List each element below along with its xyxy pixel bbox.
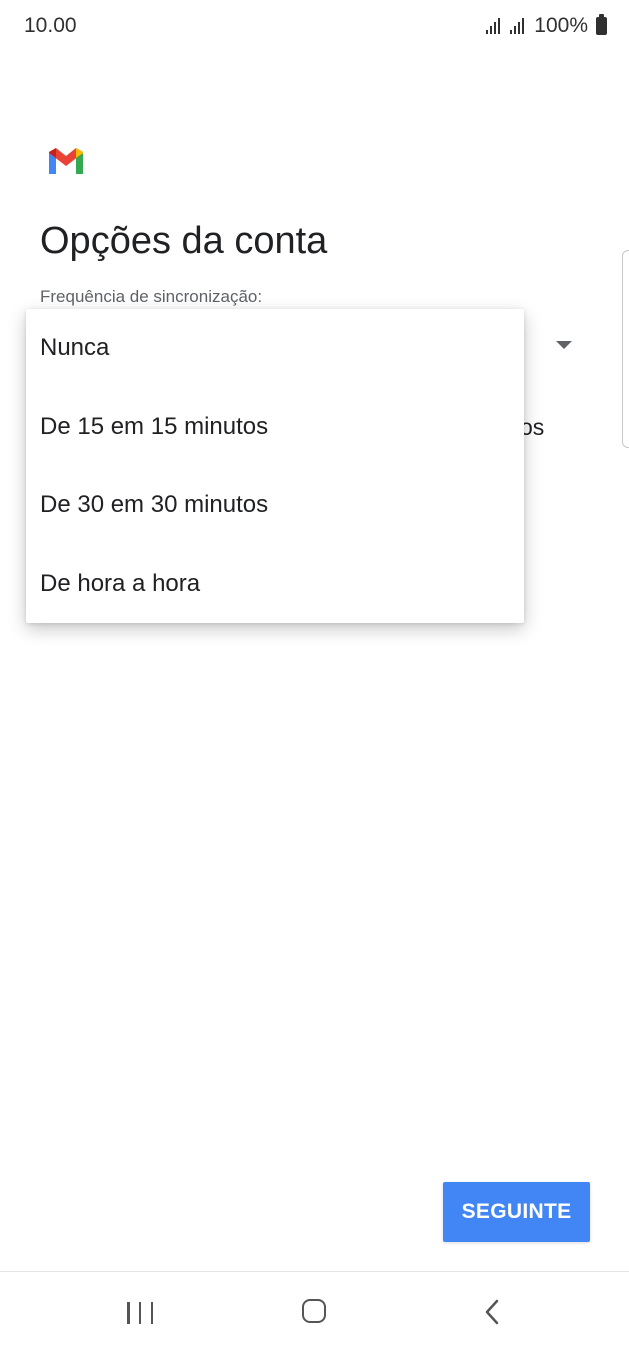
signal-icon [486,18,501,34]
status-indicators: 100% [486,14,607,38]
navigation-bar [0,1271,629,1350]
status-bar: 10.00 100% [0,0,629,56]
page-title: Opções da conta [40,220,328,262]
back-icon[interactable] [482,1298,502,1326]
sync-frequency-dropdown: Nunca De 15 em 15 minutos De 30 em 30 mi… [26,309,524,623]
scrollbar[interactable] [622,250,629,448]
battery-icon [596,14,607,35]
option-never[interactable]: Nunca [26,309,524,388]
dropdown-arrow-icon[interactable] [556,341,572,349]
status-time: 10.00 [24,14,77,37]
option-every-30-minutes[interactable]: De 30 em 30 minutos [26,466,524,545]
sync-frequency-label: Frequência de sincronização: [40,287,263,306]
account-options-screen: 10.00 100% Opções da conta Frequência de… [0,0,629,1350]
battery-percentage: 100% [534,14,588,37]
signal-icon [510,18,525,34]
home-icon[interactable] [302,1299,326,1323]
recents-icon[interactable] [127,1302,153,1324]
option-hourly[interactable]: De hora a hora [26,545,524,624]
gmail-logo-icon [49,148,83,174]
next-button[interactable]: SEGUINTE [443,1182,590,1242]
option-every-15-minutes[interactable]: De 15 em 15 minutos [26,388,524,467]
